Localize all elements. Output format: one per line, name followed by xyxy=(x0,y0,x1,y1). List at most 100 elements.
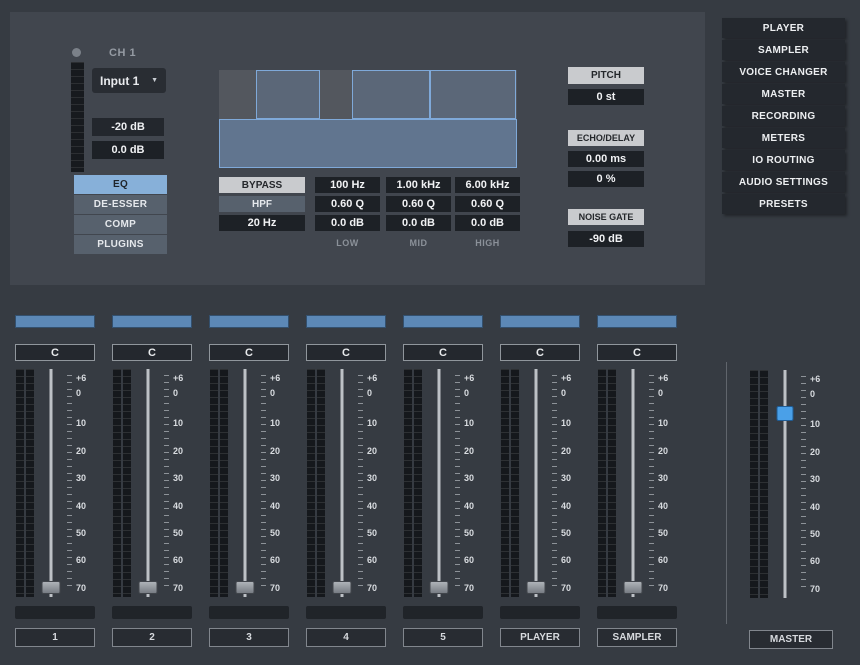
fader-handle[interactable] xyxy=(42,581,61,594)
pitch-value[interactable]: 0 st xyxy=(568,89,644,105)
eq-gain-band[interactable] xyxy=(219,119,517,168)
eq-low-q[interactable]: 0.60 Q xyxy=(315,196,380,212)
scale-label: 20 xyxy=(464,446,474,456)
channel-select-button[interactable]: 5 xyxy=(403,628,483,647)
pan-slider[interactable] xyxy=(500,315,580,328)
eq-curve-display[interactable] xyxy=(219,70,517,168)
hpf-button[interactable]: HPF xyxy=(219,196,305,212)
pan-slider[interactable] xyxy=(597,315,677,328)
sidebar-item-meters[interactable]: METERS xyxy=(722,128,845,148)
pan-center-button[interactable]: C xyxy=(209,344,289,361)
master-volume-fader[interactable] xyxy=(770,370,800,598)
scale-label: 70 xyxy=(561,583,571,593)
eq-low-gain[interactable]: 0.0 dB xyxy=(315,215,380,231)
pan-center-button[interactable]: C xyxy=(500,344,580,361)
tab-comp[interactable]: COMP xyxy=(74,215,167,234)
volume-fader[interactable] xyxy=(327,369,357,597)
echo-feedback-value[interactable]: 0 % xyxy=(568,171,644,187)
noise-gate-button[interactable]: NOISE GATE xyxy=(568,209,644,225)
eq-band-region-low[interactable] xyxy=(256,70,320,119)
volume-fader[interactable] xyxy=(521,369,551,597)
channel-select-button[interactable]: 3 xyxy=(209,628,289,647)
echo-delay-button[interactable]: ECHO/DELAY xyxy=(568,130,644,146)
eq-band-region-mid[interactable] xyxy=(352,70,430,119)
fader-section: +6 0 10 20 30 40 50 60 70 xyxy=(495,369,585,597)
eq-mid-q[interactable]: 0.60 Q xyxy=(386,196,451,212)
pitch-button[interactable]: PITCH xyxy=(568,67,644,84)
hpf-frequency-value[interactable]: 20 Hz xyxy=(219,215,305,231)
channel-select-button[interactable]: 4 xyxy=(306,628,386,647)
sidebar-item-io-routing[interactable]: IO ROUTING xyxy=(722,150,845,170)
scale-label: 70 xyxy=(270,583,280,593)
fader-track[interactable] xyxy=(147,369,150,597)
volume-fader[interactable] xyxy=(618,369,648,597)
pan-center-button[interactable]: C xyxy=(15,344,95,361)
pan-slider[interactable] xyxy=(15,315,95,328)
volume-fader[interactable] xyxy=(133,369,163,597)
noise-gate-value[interactable]: -90 dB xyxy=(568,231,644,247)
pan-center-button[interactable]: C xyxy=(597,344,677,361)
fader-handle[interactable] xyxy=(236,581,255,594)
fader-section: +6 0 10 20 30 40 50 60 70 xyxy=(301,369,391,597)
fader-handle[interactable] xyxy=(333,581,352,594)
pan-slider[interactable] xyxy=(403,315,483,328)
scale-label: 10 xyxy=(173,418,183,428)
pan-center-button[interactable]: C xyxy=(306,344,386,361)
channel-select-button[interactable]: PLAYER xyxy=(500,628,580,647)
volume-fader[interactable] xyxy=(424,369,454,597)
fader-handle[interactable] xyxy=(430,581,449,594)
sidebar-item-voice-changer[interactable]: VOICE CHANGER xyxy=(722,62,845,82)
scale-label: 0 xyxy=(367,388,372,398)
eq-high-freq[interactable]: 6.00 kHz xyxy=(455,177,520,193)
tab-de-esser[interactable]: DE-ESSER xyxy=(74,195,167,214)
input-gain-button[interactable]: -20 dB xyxy=(92,118,164,136)
eq-bypass-button[interactable]: BYPASS xyxy=(219,177,305,193)
echo-time-value[interactable]: 0.00 ms xyxy=(568,151,644,167)
eq-band-region-high[interactable] xyxy=(430,70,516,119)
master-fader-track[interactable] xyxy=(784,370,787,598)
scale-label: 40 xyxy=(658,501,668,511)
tab-plugins[interactable]: PLUGINS xyxy=(74,235,167,254)
channel-strip: C +6 0 10 20 30 40 50 60 70 SAMPLER xyxy=(592,315,682,647)
tab-eq[interactable]: EQ xyxy=(74,175,167,194)
fader-track[interactable] xyxy=(438,369,441,597)
pan-center-button[interactable]: C xyxy=(403,344,483,361)
scale-label: 50 xyxy=(658,528,668,538)
fader-track[interactable] xyxy=(341,369,344,597)
fader-track[interactable] xyxy=(50,369,53,597)
eq-mid-gain[interactable]: 0.0 dB xyxy=(386,215,451,231)
fader-track[interactable] xyxy=(535,369,538,597)
sidebar-item-recording[interactable]: RECORDING xyxy=(722,106,845,126)
scale-label: 30 xyxy=(464,473,474,483)
channel-select-button[interactable]: SAMPLER xyxy=(597,628,677,647)
eq-mid-freq[interactable]: 1.00 kHz xyxy=(386,177,451,193)
fader-handle[interactable] xyxy=(139,581,158,594)
pan-center-button[interactable]: C xyxy=(112,344,192,361)
sidebar-item-sampler[interactable]: SAMPLER xyxy=(722,40,845,60)
sidebar-item-player[interactable]: PLAYER xyxy=(722,18,845,38)
pan-slider[interactable] xyxy=(209,315,289,328)
channel-gain-value[interactable]: 0.0 dB xyxy=(92,141,164,159)
channel-strip: C +6 0 10 20 30 40 50 60 70 1 xyxy=(10,315,100,647)
pan-slider[interactable] xyxy=(112,315,192,328)
input-source-dropdown[interactable]: Input 1 ▼ xyxy=(92,68,166,93)
channel-select-button[interactable]: 1 xyxy=(15,628,95,647)
fader-handle[interactable] xyxy=(527,581,546,594)
sidebar-item-presets[interactable]: PRESETS xyxy=(722,194,845,214)
master-select-button[interactable]: MASTER xyxy=(749,630,833,649)
volume-fader[interactable] xyxy=(230,369,260,597)
sidebar-item-audio-settings[interactable]: AUDIO SETTINGS xyxy=(722,172,845,192)
eq-low-freq[interactable]: 100 Hz xyxy=(315,177,380,193)
channel-bottom-meter xyxy=(306,606,386,619)
volume-fader[interactable] xyxy=(36,369,66,597)
scale-label: +6 xyxy=(270,373,280,383)
channel-select-button[interactable]: 2 xyxy=(112,628,192,647)
fader-track[interactable] xyxy=(244,369,247,597)
fader-handle[interactable] xyxy=(624,581,643,594)
sidebar-item-master[interactable]: MASTER xyxy=(722,84,845,104)
eq-high-gain[interactable]: 0.0 dB xyxy=(455,215,520,231)
eq-high-q[interactable]: 0.60 Q xyxy=(455,196,520,212)
fader-track[interactable] xyxy=(632,369,635,597)
pan-slider[interactable] xyxy=(306,315,386,328)
master-fader-handle[interactable] xyxy=(777,406,794,421)
